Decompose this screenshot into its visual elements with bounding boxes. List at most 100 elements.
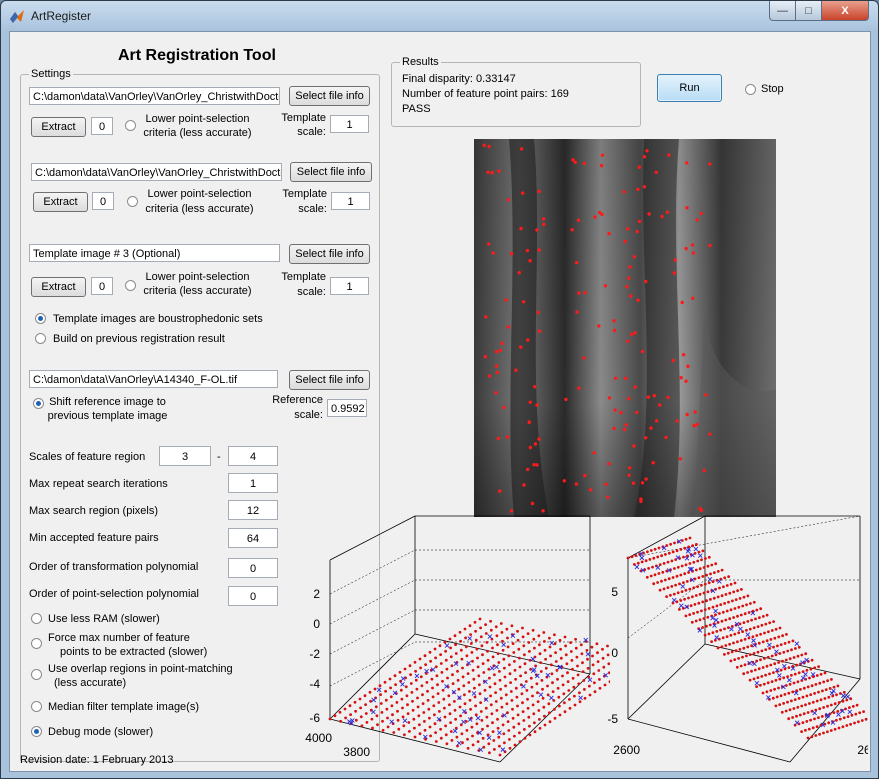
template3-extract-button[interactable]: Extract: [31, 277, 86, 297]
mesh-point: [697, 576, 701, 579]
mesh-point: [759, 632, 762, 636]
template3-path-input[interactable]: Template image # 3 (Optional): [29, 244, 280, 262]
feature-point: [597, 210, 602, 215]
mesh-point: [521, 710, 525, 713]
template2-count-field[interactable]: 0: [92, 192, 114, 210]
mesh-point: [453, 708, 457, 712]
mesh-point: [707, 607, 711, 610]
median-filter-radio[interactable]: [31, 701, 42, 712]
template3-count-field[interactable]: 0: [91, 277, 113, 295]
reference-select-file-button[interactable]: Select file info: [289, 370, 370, 390]
title-bar[interactable]: ArtRegister — □ X: [1, 1, 878, 31]
template2-scale-input[interactable]: 1: [331, 192, 370, 210]
template1-scale-input[interactable]: 1: [330, 115, 369, 133]
mesh-point: [684, 563, 688, 567]
mesh-point: [461, 675, 465, 679]
feature-point: [607, 462, 611, 466]
template3-scale-input[interactable]: 1: [330, 277, 369, 295]
maximize-button[interactable]: □: [795, 1, 822, 21]
mesh-point: [548, 720, 552, 724]
mesh-point: [807, 727, 811, 731]
mesh-point: [423, 654, 427, 658]
template1-count-field[interactable]: 0: [91, 117, 113, 135]
close-button[interactable]: X: [821, 1, 869, 21]
order-point-input[interactable]: 0: [228, 586, 278, 606]
feature-pairs-text: Number of feature point pairs: 169: [402, 88, 569, 100]
mesh-point: [808, 702, 811, 705]
mesh-point: [709, 598, 712, 601]
max-search-input[interactable]: 12: [228, 500, 278, 520]
feature-point: [517, 271, 521, 275]
mesh-point: [369, 699, 372, 703]
mesh-point: [538, 726, 542, 730]
mesh-point: [796, 654, 800, 658]
mesh-point: [702, 591, 706, 595]
template2-path-input[interactable]: C:\damon\data\VanOrley\VanOrley_Christwi…: [31, 163, 282, 181]
scale-min-input[interactable]: 3: [159, 446, 211, 466]
template2-select-file-button[interactable]: Select file info: [290, 162, 372, 182]
mesh-point: [403, 733, 406, 737]
mesh-point: [428, 716, 431, 720]
mesh-point: [549, 654, 552, 658]
mesh-point: [381, 719, 384, 723]
mesh-point: [673, 541, 676, 545]
data-marker: [713, 617, 719, 623]
mesh-point: [358, 697, 362, 701]
template1-extract-button[interactable]: Extract: [31, 117, 86, 137]
mesh-point: [513, 734, 516, 738]
template1-path-input[interactable]: C:\damon\data\VanOrley\VanOrley_Christwi…: [29, 87, 280, 105]
template2-extract-button[interactable]: Extract: [33, 192, 88, 212]
mesh-point: [480, 644, 484, 648]
mesh-point: [388, 677, 392, 681]
mesh-point: [419, 675, 423, 679]
build-previous-radio[interactable]: [35, 333, 46, 344]
stop-radio[interactable]: [745, 84, 756, 95]
order-transform-input[interactable]: 0: [228, 558, 278, 578]
mesh-point: [759, 683, 762, 687]
mesh-point: [758, 616, 761, 619]
mesh-point: [783, 693, 787, 696]
mesh-point: [811, 700, 815, 704]
mesh-point: [769, 689, 773, 692]
scale-max-input[interactable]: 4: [228, 446, 278, 466]
template3-select-file-button[interactable]: Select file info: [289, 244, 370, 264]
mesh-point: [647, 567, 650, 570]
mesh-point: [728, 617, 732, 621]
feature-point: [633, 385, 637, 389]
mesh-point: [439, 736, 443, 740]
mesh-point: [703, 582, 707, 586]
overlap-radio[interactable]: [31, 669, 42, 680]
mesh-point: [509, 690, 513, 693]
feature-point: [654, 170, 658, 174]
template1-select-file-button[interactable]: Select file info: [289, 86, 370, 106]
mesh-point: [365, 721, 369, 724]
boustrophedonic-radio[interactable]: [35, 313, 46, 324]
min-pairs-input[interactable]: 64: [228, 528, 278, 548]
feature-point: [592, 451, 596, 455]
max-repeat-input[interactable]: 1: [228, 473, 278, 493]
reference-path-input[interactable]: C:\damon\data\VanOrley\A14340_F-OL.tif: [29, 370, 278, 388]
data-marker: [452, 728, 458, 734]
z-tick-label: -5: [607, 712, 618, 726]
mesh-point: [396, 718, 400, 722]
mesh-point: [776, 644, 779, 648]
mesh-point: [514, 677, 517, 681]
mesh-point: [518, 665, 522, 669]
mesh-point: [463, 702, 467, 706]
force-max-radio[interactable]: [31, 638, 42, 649]
feature-point: [487, 242, 491, 246]
minimize-button[interactable]: —: [769, 1, 796, 21]
shift-reference-radio[interactable]: [33, 398, 44, 409]
debug-mode-radio[interactable]: [31, 726, 42, 737]
mesh-point: [773, 662, 777, 666]
less-ram-radio[interactable]: [31, 613, 42, 624]
run-button[interactable]: Run: [657, 74, 722, 102]
feature-point: [574, 482, 579, 486]
feature-point: [519, 147, 524, 151]
mesh-point: [664, 553, 667, 556]
data-marker: [538, 692, 544, 698]
mesh-point: [379, 693, 382, 696]
reference-scale-input[interactable]: 0.9592: [327, 399, 367, 417]
mesh-point: [527, 715, 531, 719]
mesh-point: [430, 677, 434, 681]
